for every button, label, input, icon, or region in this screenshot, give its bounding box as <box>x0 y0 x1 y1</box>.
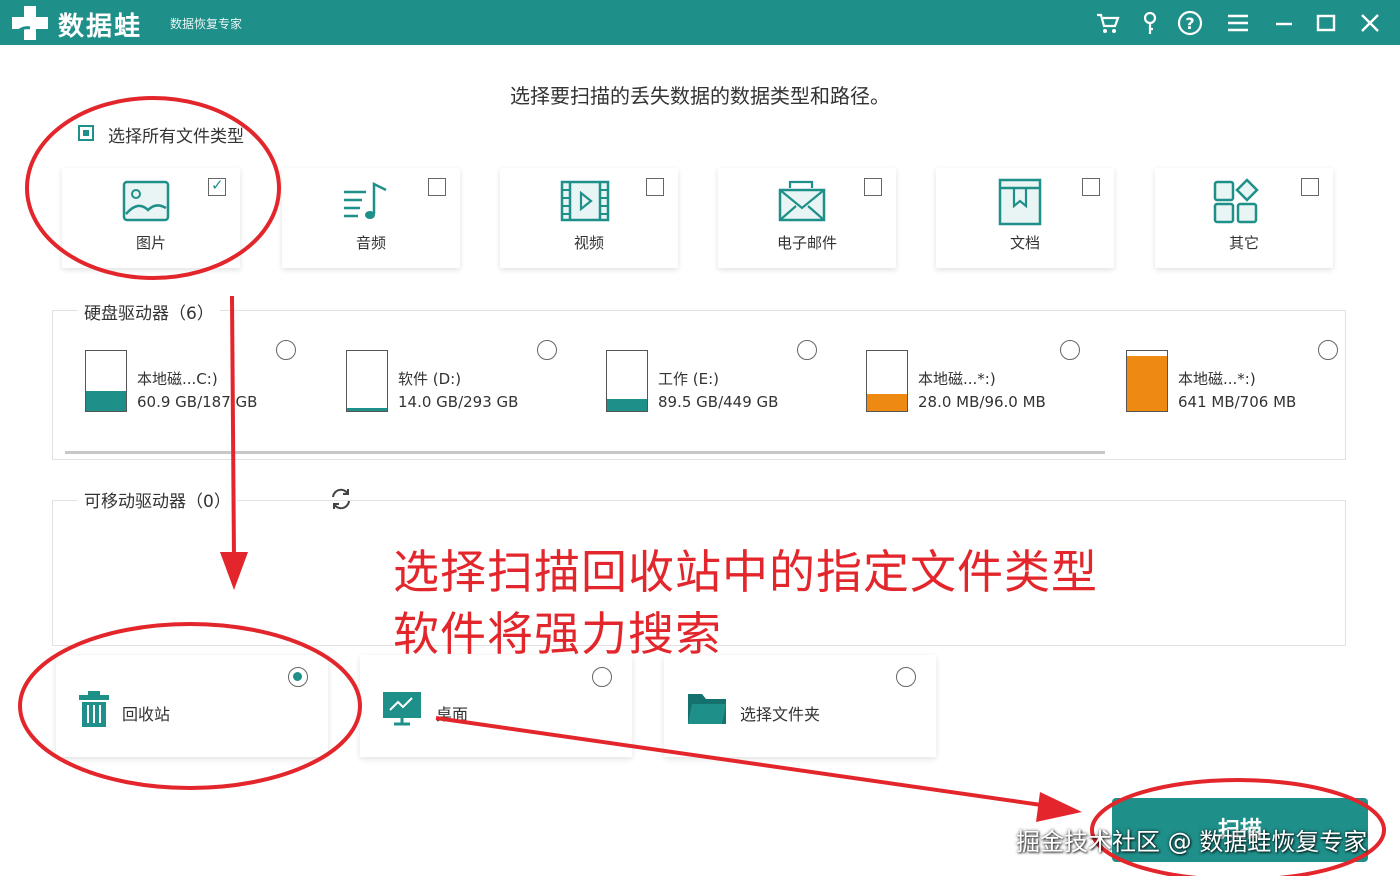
location-radio-recycle-bin[interactable] <box>288 667 308 687</box>
type-card-audio[interactable]: 音频 <box>282 168 460 268</box>
drive-size: 89.5 GB/449 GB <box>658 393 779 411</box>
folder-icon <box>688 694 726 724</box>
type-label: 视频 <box>573 234 604 252</box>
hard-drive-title: 硬盘驱动器（6） <box>78 299 220 324</box>
drive-item[interactable]: 软件 (D:) 14.0 GB/293 GB <box>346 350 596 415</box>
drive-name: 软件 (D:) <box>398 370 462 388</box>
select-all-label[interactable]: 选择所有文件类型 <box>108 122 244 147</box>
location-label: 选择文件夹 <box>740 705 821 724</box>
type-label: 音频 <box>355 234 386 252</box>
drive-size: 14.0 GB/293 GB <box>398 393 519 411</box>
location-label: 桌面 <box>436 705 469 724</box>
refresh-icon[interactable] <box>328 486 354 512</box>
type-label: 文档 <box>1009 234 1040 252</box>
other-icon <box>1213 178 1259 224</box>
drive-icon <box>346 350 388 412</box>
drive-icon <box>866 350 908 412</box>
cart-icon[interactable] <box>1094 9 1122 37</box>
drive-name: 本地磁...*:) <box>1178 370 1256 388</box>
drive-radio[interactable] <box>537 340 557 360</box>
maximize-icon[interactable] <box>1312 9 1340 37</box>
document-icon <box>998 178 1042 226</box>
type-card-video[interactable]: 视频 <box>500 168 678 268</box>
type-card-email[interactable]: 电子邮件 <box>718 168 896 268</box>
drive-item[interactable]: 工作 (E:) 89.5 GB/449 GB <box>606 350 856 415</box>
type-label: 图片 <box>135 234 166 252</box>
drive-name: 本地磁...*:) <box>918 370 996 388</box>
location-card-desktop[interactable]: 桌面 <box>360 655 632 757</box>
page-heading: 选择要扫描的丢失数据的数据类型和路径。 <box>510 84 890 108</box>
type-checkbox-other[interactable] <box>1301 178 1319 196</box>
drive-item[interactable]: 本地磁...C:) 60.9 GB/187 GB <box>85 350 335 415</box>
drive-name: 工作 (E:) <box>658 370 720 388</box>
drive-radio[interactable] <box>276 340 296 360</box>
drive-size: 60.9 GB/187 GB <box>137 393 258 411</box>
type-checkbox-email[interactable] <box>864 178 882 196</box>
location-label: 回收站 <box>122 705 171 724</box>
type-checkbox-document[interactable] <box>1082 178 1100 196</box>
drive-size: 28.0 MB/96.0 MB <box>918 393 1046 411</box>
drive-icon <box>606 350 648 412</box>
removable-drive-title: 可移动驱动器（0） <box>78 487 237 512</box>
horizontal-scrollbar[interactable] <box>65 451 1105 454</box>
type-label: 电子邮件 <box>776 234 837 252</box>
logo-icon <box>12 6 48 40</box>
annotation-arrowhead <box>1036 792 1082 822</box>
svg-text:?: ? <box>1185 14 1194 33</box>
drive-radio[interactable] <box>1060 340 1080 360</box>
trash-icon <box>79 691 109 727</box>
type-checkbox-image[interactable] <box>208 176 226 196</box>
video-icon <box>560 180 610 222</box>
drive-name: 本地磁...C:) <box>137 370 218 388</box>
location-radio-desktop[interactable] <box>592 667 612 687</box>
location-card-recycle-bin[interactable]: 回收站 <box>56 655 328 757</box>
type-card-other[interactable]: 其它 <box>1155 168 1333 268</box>
type-checkbox-video[interactable] <box>646 178 664 196</box>
image-icon <box>122 180 170 222</box>
app-name: 数据蛙 <box>58 12 143 42</box>
mail-icon <box>778 180 826 222</box>
drive-icon <box>85 350 127 412</box>
select-all-checkbox[interactable] <box>78 125 94 141</box>
drive-radio[interactable] <box>1318 340 1338 360</box>
annotation-line-1: 选择扫描回收站中的指定文件类型 <box>393 545 1098 599</box>
drive-size: 641 MB/706 MB <box>1178 393 1297 411</box>
music-icon <box>344 181 387 219</box>
location-card-folder[interactable]: 选择文件夹 <box>664 655 936 757</box>
drive-icon <box>1126 350 1168 412</box>
type-card-image[interactable]: 图片 <box>62 168 240 268</box>
drive-radio[interactable] <box>797 340 817 360</box>
drive-item[interactable]: 本地磁...*:) 641 MB/706 MB <box>1126 350 1376 415</box>
watermark: 掘金技术社区 @ 数据蛙恢复专家 <box>1016 828 1368 856</box>
menu-icon[interactable] <box>1224 9 1252 37</box>
title-bar: 数据蛙 数据恢复专家 ? <box>0 0 1400 45</box>
minimize-icon[interactable] <box>1270 9 1298 37</box>
annotation-line-2: 软件将强力搜索 <box>393 607 722 661</box>
help-icon[interactable]: ? <box>1176 9 1204 37</box>
type-label: 其它 <box>1228 234 1259 252</box>
type-card-document[interactable]: 文档 <box>936 168 1114 268</box>
drive-item[interactable]: 本地磁...*:) 28.0 MB/96.0 MB <box>866 350 1116 415</box>
location-radio-folder[interactable] <box>896 667 916 687</box>
close-icon[interactable] <box>1356 9 1384 37</box>
key-icon[interactable] <box>1136 9 1164 37</box>
type-checkbox-audio[interactable] <box>428 178 446 196</box>
desktop-icon <box>383 692 421 726</box>
app-subtitle: 数据恢复专家 <box>170 17 243 31</box>
